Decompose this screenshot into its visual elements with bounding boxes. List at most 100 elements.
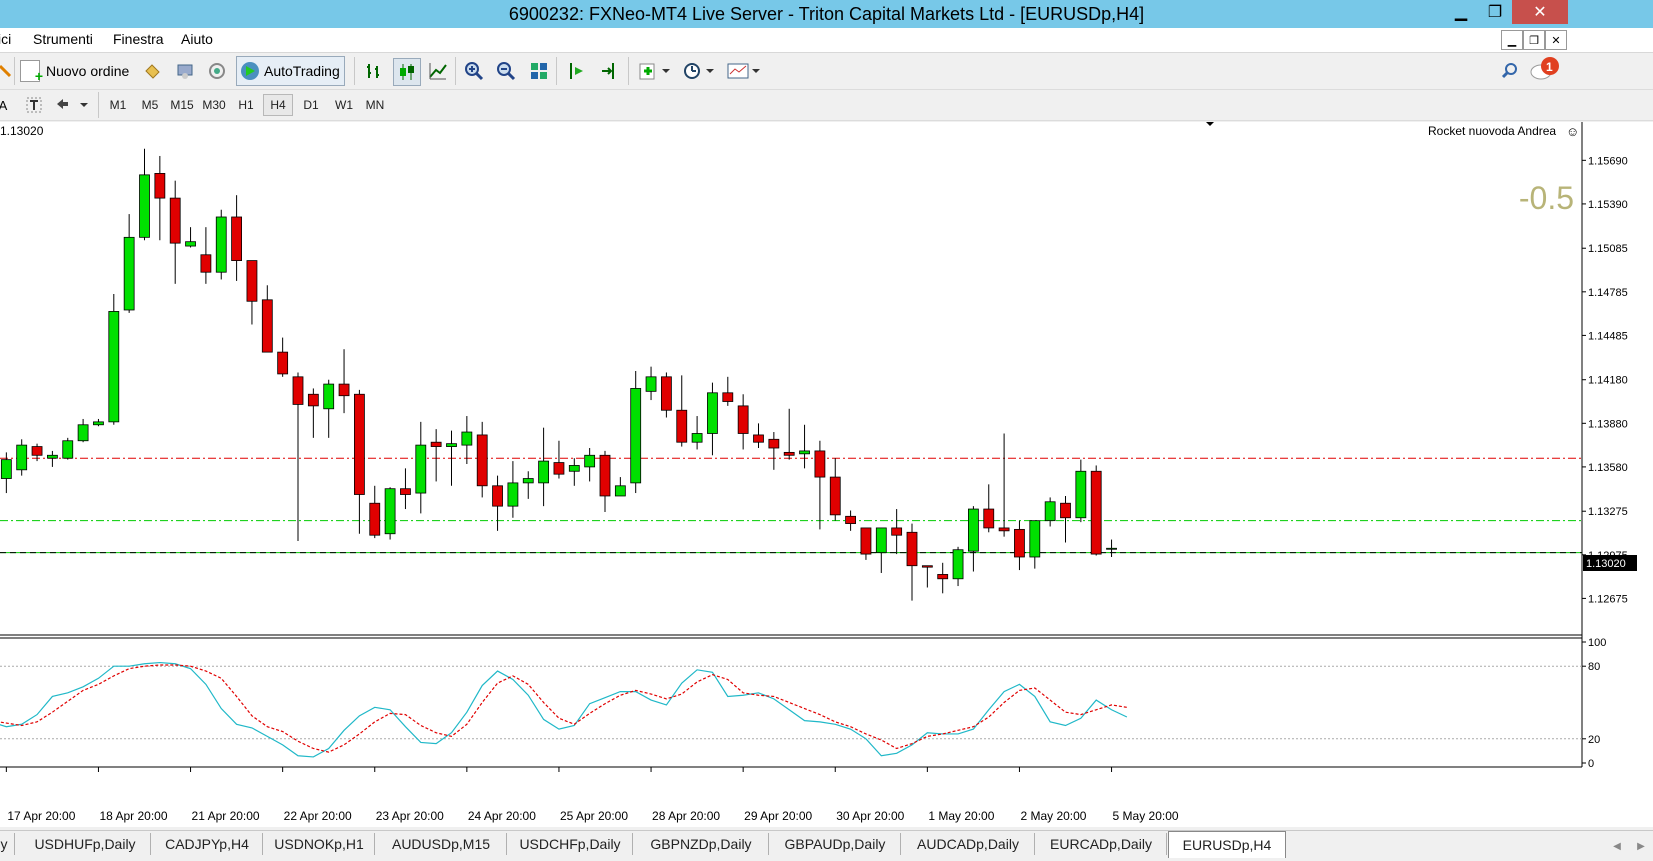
candle <box>553 440 565 479</box>
candle <box>1044 497 1056 527</box>
chart-tab[interactable]: GBPAUDp,Daily <box>770 833 901 855</box>
chart-window[interactable]: 1.13020 Rocket nuovoda Andrea ☺ -0.5 1.1… <box>0 122 1653 827</box>
market-watch-icon[interactable] <box>139 58 165 84</box>
scroll-right-icon[interactable]: ▶ <box>1628 833 1653 859</box>
indicators-icon[interactable] <box>636 58 676 84</box>
candle <box>891 509 903 555</box>
candlestick-chart-icon[interactable] <box>393 58 421 86</box>
price-tick-label: 1.13275 <box>1588 506 1628 518</box>
time-tick-label: 24 Apr 20:00 <box>468 809 536 823</box>
chart-tab[interactable]: GBPNZDp,Daily <box>634 833 769 855</box>
timeframe-m30[interactable]: M30 <box>199 94 229 116</box>
timeframe-m5[interactable]: M5 <box>135 94 165 116</box>
time-tick-label: 30 Apr 20:00 <box>836 809 904 823</box>
menu-item-grafici[interactable]: ici <box>0 31 11 47</box>
timeframe-m1[interactable]: M1 <box>103 94 133 116</box>
minimize-button[interactable]: ▁ <box>1444 0 1478 24</box>
candle <box>93 418 104 427</box>
restore-button[interactable]: ❐ <box>1478 0 1512 24</box>
candle <box>676 375 688 447</box>
chart-tab-active[interactable]: EURUSDp,H4 <box>1168 831 1286 858</box>
timeframe-m15[interactable]: M15 <box>167 94 197 116</box>
candle <box>691 416 703 450</box>
signals-icon[interactable] <box>204 58 230 84</box>
line-chart-icon[interactable] <box>425 58 451 84</box>
mdi-restore-button[interactable]: ❐ <box>1523 30 1545 50</box>
chart-tab[interactable]: EURCADp,Daily <box>1036 833 1167 855</box>
chart-tab[interactable]: USDNOKp,H1 <box>264 833 375 855</box>
candle <box>231 195 243 281</box>
close-button[interactable]: ✕ <box>1512 0 1568 24</box>
text-icon[interactable] <box>21 92 47 118</box>
price-tick-label: 1.14485 <box>1588 330 1628 342</box>
indicator-tick-label: 100 <box>1588 637 1606 649</box>
candle <box>968 506 979 572</box>
candle <box>492 475 503 531</box>
tile-windows-icon[interactable] <box>526 58 552 84</box>
time-tick-label: 21 Apr 20:00 <box>192 809 260 823</box>
candle <box>614 477 626 497</box>
candle <box>768 432 780 470</box>
indicator-tick-label: 20 <box>1588 734 1600 746</box>
time-tick-label: 28 Apr 20:00 <box>652 809 720 823</box>
new-order-button[interactable]: + Nuovo ordine <box>20 57 129 85</box>
price-axis: 1.15690 1.15390 1.15085 1.14785 1.14485 1.141… <box>1582 155 1628 605</box>
indicator-tick-label: 0 <box>1588 758 1594 770</box>
arrow-icon[interactable] <box>0 58 18 84</box>
timeframe-w1[interactable]: W1 <box>329 94 359 116</box>
candle <box>261 285 273 353</box>
search-icon[interactable] <box>1497 58 1523 84</box>
scroll-left-icon[interactable]: ◀ <box>1604 833 1630 859</box>
timeframe-h1[interactable]: H1 <box>231 94 261 116</box>
indicator-tick-label: 80 <box>1588 661 1600 673</box>
header-price: 1.13020 <box>0 124 44 138</box>
timeframe-h4[interactable]: H4 <box>263 94 293 116</box>
time-tick-label: 5 May 20:00 <box>1113 809 1179 823</box>
mdi-minimize-button[interactable]: ▁ <box>1501 30 1523 50</box>
navigator-icon[interactable] <box>172 58 198 84</box>
price-tick-label: 1.14785 <box>1588 287 1628 299</box>
chart-tab[interactable]: USDCHFp,Daily <box>508 833 633 855</box>
menu-item-aiuto[interactable]: Aiuto <box>181 31 213 47</box>
notifications-icon[interactable]: 1 <box>1528 56 1562 82</box>
templates-icon[interactable] <box>724 58 764 84</box>
periods-icon[interactable] <box>680 58 720 84</box>
auto-scroll-icon[interactable] <box>596 58 622 84</box>
candle <box>599 450 611 512</box>
candle <box>630 371 642 494</box>
chart-tab[interactable]: CADJPYp,H4 <box>152 833 263 855</box>
candle <box>139 148 150 241</box>
notification-count: 1 <box>1546 60 1553 74</box>
chart-tab[interactable]: y <box>0 833 15 855</box>
timeframe-d1[interactable]: D1 <box>296 94 326 116</box>
bar-chart-icon[interactable] <box>361 58 387 84</box>
menu-item-strumenti[interactable]: Strumenti <box>33 31 93 47</box>
menu-item-finestra[interactable]: Finestra <box>113 31 164 47</box>
candle <box>338 349 350 414</box>
timeframe-mn[interactable]: MN <box>360 94 390 116</box>
chart-tab[interactable]: AUDCADp,Daily <box>902 833 1035 855</box>
autotrading-label: AutoTrading <box>264 63 340 79</box>
candle <box>937 562 949 594</box>
chart-shift-icon[interactable] <box>564 58 590 84</box>
time-tick-label: 25 Apr 20:00 <box>560 809 628 823</box>
candle <box>307 388 319 438</box>
time-tick-label: 29 Apr 20:00 <box>744 809 812 823</box>
chart-tab[interactable]: USDHUFp,Daily <box>20 833 151 855</box>
time-tick-label: 2 May 20:00 <box>1020 809 1086 823</box>
price-tick-label: 1.13580 <box>1588 462 1628 474</box>
autotrading-button[interactable]: AutoTrading <box>236 56 345 86</box>
price-chart[interactable]: 1.13020 Rocket nuovoda Andrea ☺ -0.5 1.1… <box>0 122 1653 827</box>
mdi-close-button[interactable]: ✕ <box>1545 30 1567 50</box>
time-tick-label: 1 May 20:00 <box>928 809 994 823</box>
candle <box>369 485 381 539</box>
candle <box>507 461 519 518</box>
arrows-icon[interactable] <box>52 92 92 118</box>
zoom-out-icon[interactable] <box>493 58 519 84</box>
candle <box>461 416 473 464</box>
candle <box>829 458 841 521</box>
zoom-in-icon[interactable] <box>461 58 487 84</box>
text-label-icon[interactable]: A <box>0 92 16 118</box>
candle <box>1075 459 1087 523</box>
chart-tab[interactable]: AUDUSDp,M15 <box>376 833 507 855</box>
